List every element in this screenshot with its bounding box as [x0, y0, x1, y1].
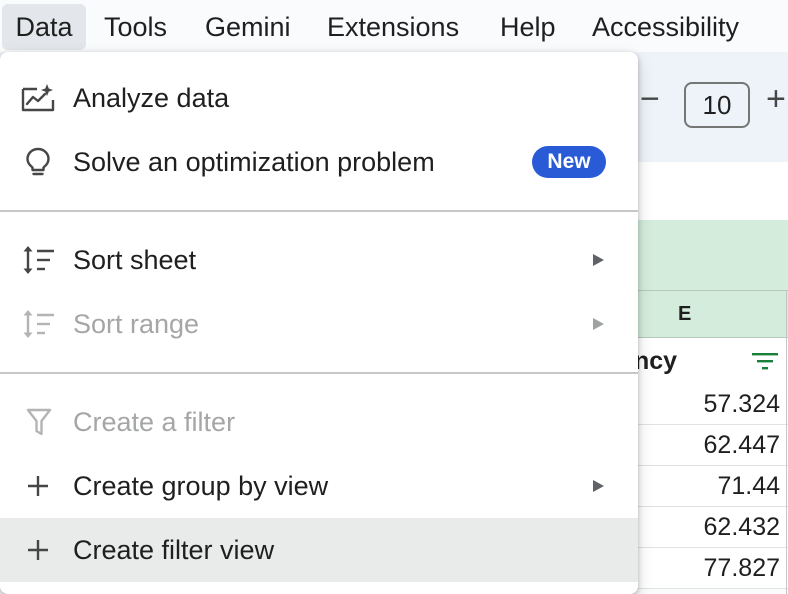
plus-icon	[28, 476, 48, 496]
menu-gemini[interactable]: Gemini	[205, 4, 291, 50]
grid-line	[786, 290, 787, 594]
menu-item-label: Create filter view	[73, 535, 275, 565]
submenu-arrow-icon	[593, 318, 604, 330]
lightbulb-icon	[26, 147, 50, 176]
analyze-data-icon	[21, 84, 55, 112]
menu-item-analyze-data[interactable]: Analyze data	[0, 66, 638, 130]
new-badge: New	[532, 146, 606, 178]
column-filter-icon[interactable]	[752, 352, 778, 370]
sort-icon	[23, 310, 54, 338]
menu-item-label: Sort sheet	[73, 245, 197, 275]
menu-item-label: Sort range	[73, 309, 200, 339]
menu-separator	[0, 372, 638, 374]
cell-value: 62.447	[703, 431, 780, 459]
menu-item-sort-sheet[interactable]: Sort sheet	[0, 228, 638, 292]
cell-value: 62.432	[703, 513, 780, 541]
menu-item-label: Analyze data	[73, 83, 230, 113]
cell-value: 77.827	[703, 554, 780, 582]
menu-item-label: Create a filter	[73, 407, 236, 437]
cell-value: 71.44	[717, 472, 780, 500]
decrease-font-size-button[interactable]: −	[640, 82, 660, 116]
menu-accessibility[interactable]: Accessibility	[592, 4, 739, 50]
plus-icon	[28, 540, 48, 560]
cell-value: 57.324	[703, 390, 780, 418]
menu-bar: Data Tools Gemini Extensions Help Access…	[0, 0, 788, 52]
menu-item-label: Solve an optimization problem	[73, 147, 435, 177]
menu-separator	[0, 210, 638, 212]
menu-tools[interactable]: Tools	[104, 4, 167, 50]
menu-item-create-filter[interactable]: Create a filter	[0, 390, 638, 454]
font-size-input[interactable]: 10	[684, 82, 750, 128]
menu-extensions[interactable]: Extensions	[327, 4, 459, 50]
menu-item-solve-optimization[interactable]: Solve an optimization problem New	[0, 130, 638, 194]
menu-item-create-group-by-view[interactable]: Create group by view	[0, 454, 638, 518]
menu-help[interactable]: Help	[500, 4, 556, 50]
sort-icon	[23, 246, 54, 274]
header-cell-text: ncy	[634, 347, 678, 375]
menu-item-sort-range[interactable]: Sort range	[0, 292, 638, 356]
data-menu-dropdown: Analyze data Solve an optimization probl…	[0, 52, 638, 594]
submenu-arrow-icon	[593, 480, 604, 492]
menu-item-label: Create group by view	[73, 471, 329, 501]
menu-data[interactable]: Data	[2, 4, 86, 50]
submenu-arrow-icon	[593, 254, 604, 266]
filter-icon	[26, 408, 52, 436]
increase-font-size-button[interactable]: +	[766, 82, 786, 116]
column-letter: E	[678, 303, 692, 325]
menu-item-create-filter-view[interactable]: Create filter view	[0, 518, 638, 582]
spreadsheet-window: Data Tools Gemini Extensions Help Access…	[0, 0, 788, 594]
